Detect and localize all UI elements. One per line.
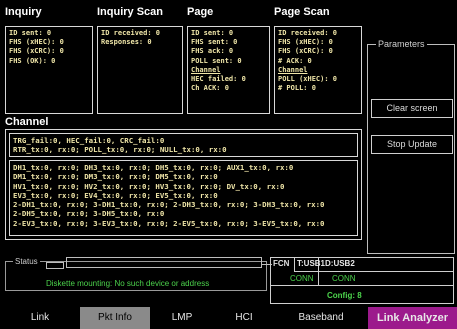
status-progress-bar <box>66 257 262 268</box>
inquiry-scan-panel: ID received: 0 Responses: 0 <box>97 26 183 114</box>
page-title: Page <box>187 6 214 18</box>
channel-panel: TRG_fail:0, HEC_fail:0, CRC_fail:0 RTR_t… <box>5 129 362 240</box>
usb1-conn-status: CONN <box>290 274 314 283</box>
stat-line: # POLL: 0 <box>278 84 316 93</box>
stat-line: Responses: 0 <box>101 38 152 47</box>
stat-line: POLL sent: 0 <box>191 56 242 65</box>
stat-line: ID received: 0 <box>278 29 338 37</box>
parameters-label: Parameters <box>376 39 427 49</box>
stat-line: Ch ACK: 0 <box>191 84 229 93</box>
divider <box>270 285 454 286</box>
stat-line: FHS (xHEC): 0 <box>278 38 333 47</box>
tab-baseband[interactable]: Baseband <box>274 307 368 329</box>
usb2-label: D:USB2 <box>325 259 355 268</box>
page-stats: ID sent: 0 FHS sent: 0 FHS ack: 0 POLL sent… <box>188 27 269 95</box>
tab-lmp[interactable]: LMP <box>150 307 214 329</box>
tab-link-analyzer[interactable]: Link Analyzer <box>368 307 457 329</box>
channel-line: 2-DH1_tx:0, rx:0; 3-DH1_tx:0, rx:0; 2-DH… <box>13 200 325 210</box>
inquiry-title: Inquiry <box>5 6 42 18</box>
status-indicator <box>46 262 64 269</box>
usb1-label: T:USB1 <box>297 259 326 268</box>
channel-line: RTR_tx:0, rx:0; POLL_tx:0, rx:0; NULL_tx… <box>13 145 227 155</box>
link-analyzer-window: Inquiry Inquiry Scan Page Page Scan ID s… <box>0 0 457 329</box>
clear-screen-button[interactable]: Clear screen <box>371 99 453 118</box>
inquiry-panel: ID sent: 0 FHS (xHEC): 0 FHS (xCRC): 0 FHS … <box>5 26 93 114</box>
channel-line: 2-EV3_tx:0, rx:0; 3-EV3_tx:0, rx:0; 2-EV… <box>13 218 325 228</box>
stat-line: ID sent: 0 <box>9 29 52 37</box>
channel-line: EV3_tx:0, rx:0; EV4_tx:0, rx:0; EV5_tx:0… <box>13 190 218 200</box>
divider <box>270 272 271 285</box>
tab-hci[interactable]: HCI <box>214 307 274 329</box>
inquiry-scan-title: Inquiry Scan <box>97 6 164 18</box>
tab-bar: Link Pkt Info LMP HCI Baseband Link Anal… <box>0 307 457 329</box>
status-message: Diskette mounting: No such device or add… <box>46 279 210 288</box>
inquiry-stats: ID sent: 0 FHS (xHEC): 0 FHS (xCRC): 0 FHS … <box>6 27 92 68</box>
channel-subheading: Channel <box>278 65 308 74</box>
channel-line: DH1_tx:0, rx:0; DH3_tx:0, rx:0; DH5_tx:0… <box>13 163 294 172</box>
stat-line: ID received: 0 <box>101 29 161 37</box>
stat-line: HEC failed: 0 <box>191 75 246 84</box>
channel-line: HV1_tx:0, rx:0; HV2_tx:0, rx:0; HV3_tx:0… <box>13 181 285 191</box>
channel-line: DM1_tx:0, rx:0; DM3_tx:0, rx:0; DM5_tx:0… <box>13 172 218 182</box>
channel-subheading: Channel <box>191 65 221 74</box>
config-value: Config: 8 <box>327 291 362 300</box>
stat-line: POLL (xHEC): 0 <box>278 75 338 84</box>
stat-line: FHS sent: 0 <box>191 38 238 47</box>
stat-line: FHS (OK): 0 <box>9 56 56 65</box>
stat-line: FHS (xHEC): 0 <box>9 38 64 47</box>
page-scan-title: Page Scan <box>274 6 330 18</box>
page-scan-stats: ID received: 0 FHS (xHEC): 0 FHS (xCRC): 0… <box>275 27 361 95</box>
channel-packets-box: DH1_tx:0, rx:0; DH3_tx:0, rx:0; DH5_tx:0… <box>9 160 358 236</box>
usb2-conn-status: CONN <box>332 274 356 283</box>
stat-line: FHS (xCRC): 0 <box>9 47 64 56</box>
stop-update-button[interactable]: Stop Update <box>371 135 453 154</box>
channel-title: Channel <box>5 116 49 128</box>
channel-line: 2-DH5_tx:0, rx:0; 3-DH5_tx:0, rx:0 <box>13 209 165 219</box>
page-scan-panel: ID received: 0 FHS (xHEC): 0 FHS (xCRC): 0… <box>274 26 362 114</box>
page-panel: ID sent: 0 FHS sent: 0 FHS ack: 0 POLL sent… <box>187 26 270 114</box>
channel-errors-box: TRG_fail:0, HEC_fail:0, CRC_fail:0 RTR_t… <box>9 133 358 157</box>
channel-line: TRG_fail:0, HEC_fail:0, CRC_fail:0 <box>13 136 165 145</box>
stat-line: FHS (xCRC): 0 <box>278 47 333 56</box>
stat-line: FHS ack: 0 <box>191 47 234 56</box>
stat-line: # ACK: 0 <box>278 56 312 65</box>
stat-line: ID sent: 0 <box>191 29 234 37</box>
divider <box>294 257 295 272</box>
status-label: Status <box>13 257 40 266</box>
inquiry-scan-stats: ID received: 0 Responses: 0 <box>98 27 182 49</box>
tab-pkt-info[interactable]: Pkt Info <box>80 307 150 329</box>
tab-link[interactable]: Link <box>0 307 80 329</box>
